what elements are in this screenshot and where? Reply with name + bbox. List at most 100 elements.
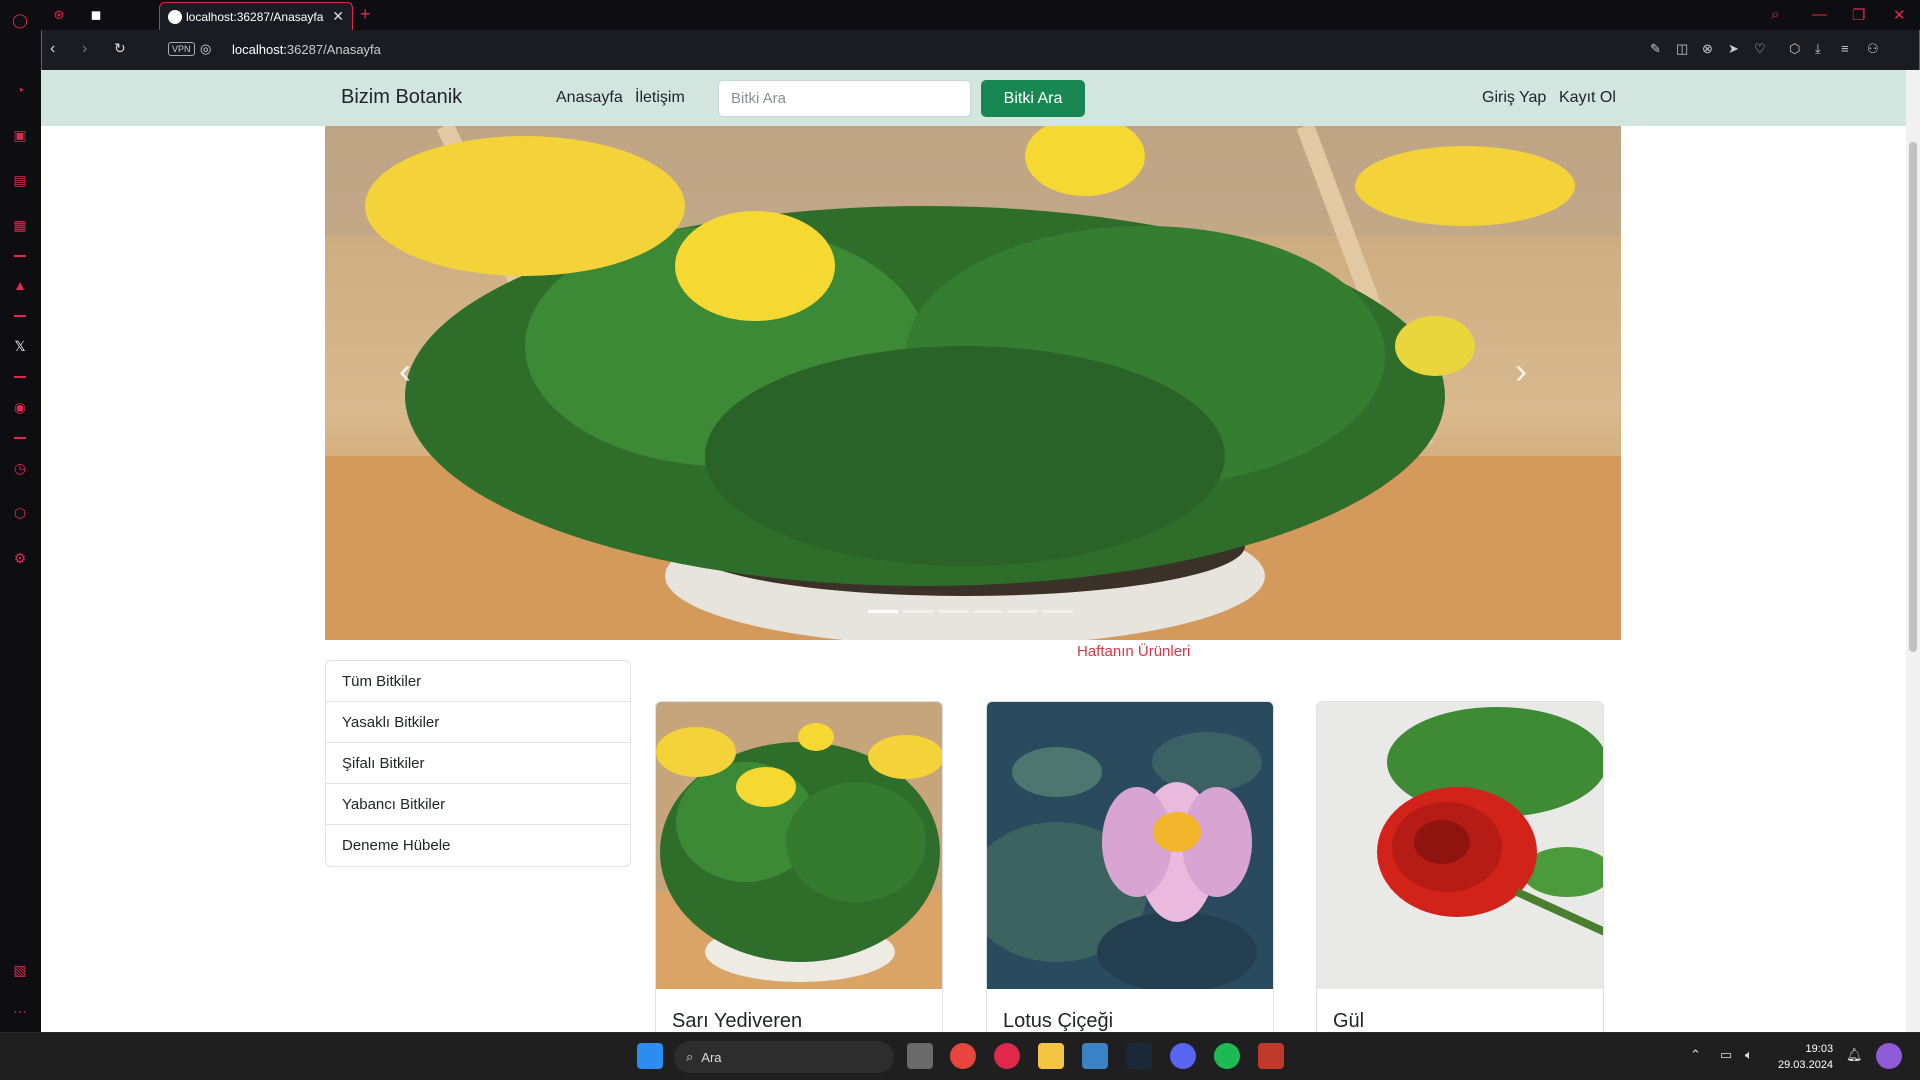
carousel-indicator[interactable] bbox=[1008, 610, 1038, 613]
discord-tab-icon[interactable]: ◼ bbox=[86, 6, 106, 24]
close-tab-icon[interactable]: ✕ bbox=[332, 8, 344, 25]
tab-bar: ⊛ ◼ localhost:36287/Anasayfa ✕ + ⌕ — ❐ ✕ bbox=[41, 0, 1920, 30]
steam-icon[interactable] bbox=[1126, 1043, 1152, 1069]
product-image bbox=[987, 702, 1273, 992]
clock-time: 19:03 bbox=[1805, 1043, 1834, 1055]
discord-icon[interactable] bbox=[1170, 1043, 1196, 1069]
category-item[interactable]: Deneme Hübele bbox=[326, 825, 630, 866]
heart-icon[interactable]: ♡ bbox=[1754, 41, 1766, 57]
vpn-badge[interactable]: VPN bbox=[168, 42, 195, 56]
sidebar-separator bbox=[14, 376, 26, 378]
category-item[interactable]: Yabancı Bitkiler bbox=[326, 784, 630, 825]
category-item[interactable]: Tüm Bitkiler bbox=[326, 661, 630, 702]
carousel-indicator[interactable] bbox=[1043, 610, 1073, 613]
settings-icon[interactable]: ⚙ bbox=[10, 548, 30, 568]
snapshot-icon[interactable]: ◫ bbox=[1676, 41, 1688, 57]
tray-chevron-icon[interactable]: ⌃ bbox=[1690, 1047, 1701, 1063]
x-twitter-icon[interactable]: 𝕏 bbox=[10, 336, 30, 356]
address-bar: ‹ › ↻ VPN ◎ localhost:36287/Anasayfa ✎ ◫… bbox=[41, 30, 1920, 70]
profile-icon[interactable]: ⚇ bbox=[1867, 41, 1879, 57]
menu-icon[interactable]: ≡ bbox=[1841, 41, 1849, 56]
opera-logo-icon[interactable]: ◯ bbox=[10, 10, 30, 30]
player-icon[interactable]: ◉ bbox=[10, 397, 30, 417]
wallpaper-icon[interactable]: ▧ bbox=[10, 960, 30, 980]
chrome-icon[interactable] bbox=[950, 1043, 976, 1069]
file-explorer-icon[interactable] bbox=[1038, 1043, 1064, 1069]
sidebar-separator bbox=[14, 437, 26, 439]
bag-icon[interactable]: ▣ bbox=[10, 125, 30, 145]
product-card[interactable]: Lotus Çiçeği bbox=[986, 701, 1274, 1032]
history-icon[interactable]: ◷ bbox=[10, 458, 30, 478]
category-item[interactable]: Şifalı Bitkiler bbox=[326, 743, 630, 784]
plant-search-button[interactable]: Bitki Ara bbox=[981, 80, 1085, 117]
speed-dial-icon[interactable]: ◔ bbox=[10, 80, 30, 100]
carousel-indicator[interactable] bbox=[903, 610, 933, 613]
weekly-products-title: Haftanın Ürünleri bbox=[1077, 643, 1191, 660]
reload-icon[interactable]: ↻ bbox=[114, 40, 126, 57]
carousel-indicator[interactable] bbox=[868, 610, 898, 613]
site-info-icon[interactable]: ◎ bbox=[200, 41, 211, 57]
tab-title: localhost:36287/Anasayfa bbox=[186, 9, 324, 24]
url-host: localhost: bbox=[232, 42, 287, 57]
globe-icon bbox=[168, 9, 182, 24]
gamepad-icon[interactable]: ⊛ bbox=[49, 6, 69, 24]
url-field[interactable]: localhost:36287/Anasayfa bbox=[232, 42, 381, 57]
extensions-icon[interactable]: ⬡ bbox=[1789, 41, 1800, 57]
gx-control-icon[interactable]: ▦ bbox=[10, 215, 30, 235]
search-tabs-icon[interactable]: ⌕ bbox=[1771, 6, 1779, 23]
product-title: Sarı Yediveren bbox=[672, 1010, 803, 1032]
scrollbar-thumb[interactable] bbox=[1909, 142, 1917, 652]
page-scrollbar[interactable] bbox=[1906, 70, 1920, 1032]
nav-login-link[interactable]: Giriş Yap bbox=[1482, 89, 1546, 107]
product-card[interactable]: Sarı Yediveren bbox=[655, 701, 943, 1032]
carousel-indicator[interactable] bbox=[973, 610, 1003, 613]
spotify-icon[interactable] bbox=[1214, 1043, 1240, 1069]
forward-icon[interactable]: › bbox=[82, 40, 87, 58]
carousel-prev-icon[interactable]: ‹ bbox=[385, 346, 425, 396]
opera-gx-icon[interactable] bbox=[994, 1043, 1020, 1069]
mountain-icon[interactable]: ▲ bbox=[10, 275, 30, 295]
category-list: Tüm Bitkiler Yasaklı Bitkiler Şifalı Bitki… bbox=[325, 660, 631, 867]
tab-active[interactable]: localhost:36287/Anasayfa ✕ bbox=[159, 2, 353, 30]
product-image bbox=[1317, 702, 1603, 989]
site-navbar: Bizim Botanik Anasayfa İletişim Bitki Ar… bbox=[41, 70, 1906, 126]
nav-register-link[interactable]: Kayıt Ol bbox=[1559, 89, 1616, 107]
minimize-icon[interactable]: — bbox=[1812, 6, 1827, 23]
carousel-slide-image bbox=[325, 126, 1621, 640]
product-card[interactable]: Gül bbox=[1316, 701, 1604, 1032]
carousel-indicators bbox=[868, 610, 1073, 613]
adblock-icon[interactable]: ⊗ bbox=[1702, 41, 1713, 57]
clock-date: 29.03.2024 bbox=[1778, 1059, 1834, 1071]
browser-sidebar: ◯ ◔ ▣ ▤ ▦ ▲ 𝕏 ◉ ◷ ⬡ ⚙ ▧ ⋯ bbox=[0, 0, 41, 1032]
taskbar-search-label: Ara bbox=[701, 1049, 722, 1065]
copilot-icon[interactable] bbox=[1876, 1043, 1902, 1069]
site-brand[interactable]: Bizim Botanik bbox=[341, 86, 462, 109]
notifications-icon[interactable]: 🔔︎ bbox=[1846, 1047, 1863, 1063]
plant-search-input[interactable] bbox=[718, 80, 971, 117]
nav-contact-link[interactable]: İletişim bbox=[635, 89, 685, 107]
twitch-icon[interactable]: ▤ bbox=[10, 170, 30, 190]
easy-setup-icon[interactable]: ✎ bbox=[1650, 41, 1661, 57]
back-icon[interactable]: ‹ bbox=[50, 40, 55, 58]
nav-home-link[interactable]: Anasayfa bbox=[556, 89, 623, 107]
search-icon: ⌕ bbox=[686, 1049, 694, 1064]
url-path: 36287/Anasayfa bbox=[286, 42, 381, 57]
new-tab-icon[interactable]: + bbox=[360, 4, 371, 25]
taskbar-clock[interactable]: 19:03 29.03.2024 bbox=[1778, 1041, 1833, 1073]
carousel-indicator[interactable] bbox=[938, 610, 968, 613]
windows-start-icon[interactable] bbox=[637, 1043, 663, 1069]
network-icon[interactable]: ▭ bbox=[1720, 1047, 1732, 1063]
cube-icon[interactable]: ⬡ bbox=[10, 503, 30, 523]
restore-icon[interactable]: ❐ bbox=[1852, 6, 1865, 24]
volume-icon[interactable]: 🔈︎ bbox=[1745, 1047, 1753, 1063]
send-icon[interactable]: ➤ bbox=[1728, 41, 1739, 57]
carousel-next-icon[interactable]: › bbox=[1501, 346, 1541, 396]
download-icon[interactable]: ⤓ bbox=[1815, 41, 1821, 57]
taskbar-search[interactable]: ⌕ Ara bbox=[674, 1041, 894, 1073]
task-view-icon[interactable] bbox=[907, 1043, 933, 1069]
visual-studio-icon[interactable] bbox=[1258, 1043, 1284, 1069]
category-item[interactable]: Yasaklı Bitkiler bbox=[326, 702, 630, 743]
more-icon[interactable]: ⋯ bbox=[10, 1001, 30, 1021]
close-window-icon[interactable]: ✕ bbox=[1893, 6, 1906, 24]
microsoft-store-icon[interactable] bbox=[1082, 1043, 1108, 1069]
